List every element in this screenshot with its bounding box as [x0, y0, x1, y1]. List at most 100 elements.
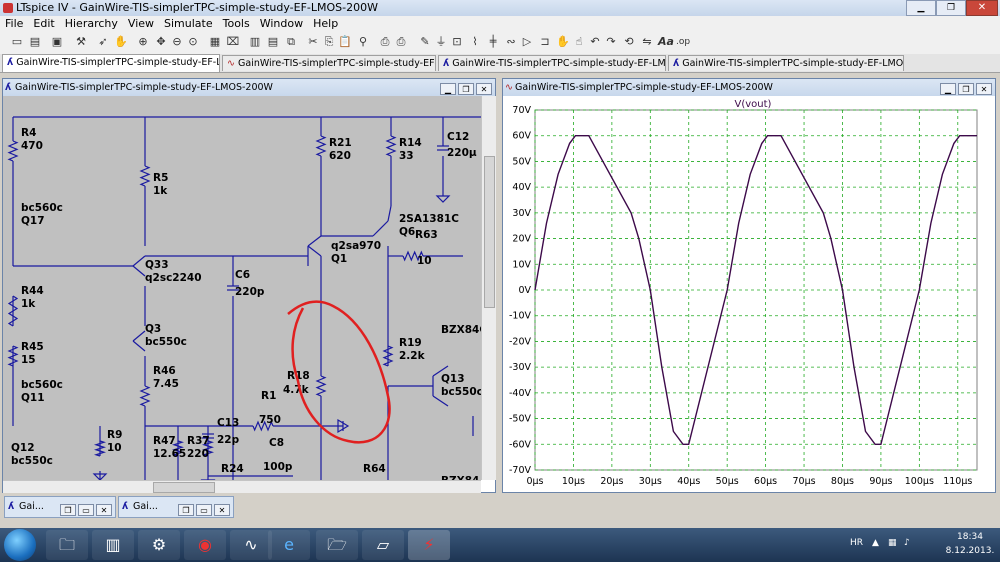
- winrar-icon[interactable]: ▥: [92, 530, 134, 560]
- component-label-r14[interactable]: R14: [399, 137, 422, 149]
- minimize-button[interactable]: ▁: [906, 0, 936, 16]
- notes-icon[interactable]: ▱: [362, 530, 404, 560]
- component-label-r18v[interactable]: 4.7k: [283, 384, 310, 396]
- component-label-c8v[interactable]: 100p: [263, 461, 293, 473]
- netlist-icon[interactable]: ▤: [266, 35, 280, 49]
- print-setup-icon[interactable]: ⎙: [378, 35, 392, 49]
- vertical-scroll-thumb[interactable]: [484, 156, 495, 308]
- menu-help[interactable]: Help: [308, 16, 343, 30]
- component-label-c13[interactable]: C13: [217, 417, 239, 429]
- trace-label[interactable]: V(vout): [735, 99, 772, 110]
- drag-icon[interactable]: ☝: [572, 35, 586, 49]
- pan-icon[interactable]: ✥: [154, 35, 168, 49]
- component-label-r63[interactable]: R63: [415, 229, 438, 241]
- minimize-button[interactable]: ▁: [440, 83, 456, 95]
- cut-icon[interactable]: ✂: [306, 35, 320, 49]
- maximize-button[interactable]: ❐: [936, 0, 966, 16]
- component-label-q1t[interactable]: q2sa970: [331, 240, 381, 252]
- language-indicator[interactable]: HR: [850, 538, 863, 548]
- tab-schematic-final-b[interactable]: ʎ GainWire-TIS-simplerTPC-simple-study-E…: [668, 55, 904, 71]
- component-label-bzx[interactable]: BZX84C: [441, 324, 481, 336]
- maximize-button[interactable]: ▭: [78, 504, 94, 516]
- tab-waveform-1[interactable]: ∿ GainWire-TIS-simplerTPC-simple-study-E…: [222, 55, 436, 71]
- restore-button[interactable]: ❐: [60, 504, 76, 516]
- component-label-c6[interactable]: C6: [235, 269, 250, 281]
- menu-file[interactable]: File: [0, 16, 28, 30]
- component-label-q13t[interactable]: bc550c: [441, 386, 481, 398]
- print-icon[interactable]: ⎙: [394, 35, 408, 49]
- component-label-r37v[interactable]: 220: [187, 448, 209, 460]
- component-label-r21v[interactable]: 620: [329, 150, 351, 162]
- component-label-r47v[interactable]: 12.65: [153, 448, 186, 460]
- restore-button[interactable]: ❐: [458, 83, 474, 95]
- save-icon[interactable]: ▣: [50, 35, 64, 49]
- open-icon[interactable]: ▤: [28, 35, 42, 49]
- component-label-q3t[interactable]: bc550c: [145, 336, 187, 348]
- component-label-q11t[interactable]: bc560c: [21, 379, 63, 391]
- component-label-r44[interactable]: R44: [21, 285, 44, 297]
- component-label-c12[interactable]: C12: [447, 131, 469, 143]
- menu-window[interactable]: Window: [255, 16, 308, 30]
- component-label-r14v[interactable]: 33: [399, 150, 414, 162]
- component-label-q33[interactable]: Q33: [145, 259, 169, 271]
- zoom-fit-icon[interactable]: ⊙: [186, 35, 200, 49]
- horizontal-scroll-thumb[interactable]: [153, 482, 215, 493]
- component-label-q17[interactable]: Q17: [21, 215, 45, 227]
- halt-icon[interactable]: ✋: [114, 35, 128, 49]
- close-button[interactable]: ✕: [476, 83, 492, 95]
- component-label-q6[interactable]: Q6: [399, 226, 415, 238]
- minimized-window-2[interactable]: ʎ Gai... ❐ ▭ ✕: [118, 496, 234, 518]
- maximize-button[interactable]: ▭: [196, 504, 212, 516]
- component-label-r4v[interactable]: 470: [21, 140, 43, 152]
- minimized-window-1[interactable]: ʎ Gai... ❐ ▭ ✕: [4, 496, 116, 518]
- component-label-c8[interactable]: C8: [269, 437, 284, 449]
- zoom-in-icon[interactable]: ⊕: [136, 35, 150, 49]
- clock-date[interactable]: 8.12.2013.: [942, 546, 998, 556]
- component-label-r1v[interactable]: 750: [259, 414, 281, 426]
- component-label-q1[interactable]: Q1: [331, 253, 347, 265]
- ie-icon[interactable]: e: [268, 530, 310, 560]
- component-label-q3[interactable]: Q3: [145, 323, 161, 335]
- component-label-q12[interactable]: Q12: [11, 442, 35, 454]
- diode-icon[interactable]: ▷: [520, 35, 534, 49]
- component-label-q33t[interactable]: q2sc2240: [145, 272, 202, 284]
- component-label-r9[interactable]: R9: [107, 429, 122, 441]
- close-button[interactable]: ✕: [966, 0, 998, 16]
- autorange-icon[interactable]: ▦: [208, 35, 222, 49]
- component-label-r44v[interactable]: 1k: [21, 298, 36, 310]
- component-label-q12t[interactable]: bc550c: [11, 455, 53, 467]
- component-label-r64[interactable]: R64: [363, 463, 386, 475]
- wire-icon[interactable]: ✎: [418, 35, 432, 49]
- explorer-icon[interactable]: 🗀: [46, 530, 88, 560]
- restore-button[interactable]: ❐: [958, 83, 974, 95]
- menu-hierarchy[interactable]: Hierarchy: [60, 16, 123, 30]
- capacitor-icon[interactable]: ╪: [486, 35, 500, 49]
- vertical-scrollbar[interactable]: [481, 96, 496, 480]
- component-label-q17t[interactable]: bc560c: [21, 202, 63, 214]
- paste-icon[interactable]: 📋: [338, 35, 352, 49]
- mirror-icon[interactable]: ⇋: [640, 35, 654, 49]
- tab-schematic-1[interactable]: ʎ GainWire-TIS-simplerTPC-simple-study-E…: [2, 54, 220, 72]
- new-schematic-icon[interactable]: ▭: [10, 35, 24, 49]
- spice-directive-icon[interactable]: .op: [676, 35, 690, 49]
- component-label-r21[interactable]: R21: [329, 137, 352, 149]
- component-label-c12v[interactable]: 220µ: [447, 147, 477, 159]
- component-label-r46[interactable]: R46: [153, 365, 176, 377]
- tray-volume-icon[interactable]: ♪: [904, 538, 910, 548]
- undo-icon[interactable]: ↶: [588, 35, 602, 49]
- component-label-r46v[interactable]: 7.45: [153, 378, 179, 390]
- menu-edit[interactable]: Edit: [28, 16, 59, 30]
- horizontal-scrollbar[interactable]: [3, 480, 481, 493]
- component-label-q6t[interactable]: 2SA1381C: [399, 213, 459, 225]
- menu-view[interactable]: View: [123, 16, 159, 30]
- oscilloscope-icon[interactable]: ∿: [230, 530, 272, 560]
- component-label-c6v[interactable]: 220p: [235, 286, 265, 298]
- folder-icon[interactable]: 🗁: [316, 530, 358, 560]
- component-label-r63v[interactable]: 10: [417, 255, 432, 267]
- copy-icon[interactable]: ⎘: [322, 35, 336, 49]
- find-icon[interactable]: ⚲: [356, 35, 370, 49]
- network-icon[interactable]: ⚙: [138, 530, 180, 560]
- component-label-q11[interactable]: Q11: [21, 392, 45, 404]
- zoom-out-icon[interactable]: ⊖: [170, 35, 184, 49]
- redo-icon[interactable]: ↷: [604, 35, 618, 49]
